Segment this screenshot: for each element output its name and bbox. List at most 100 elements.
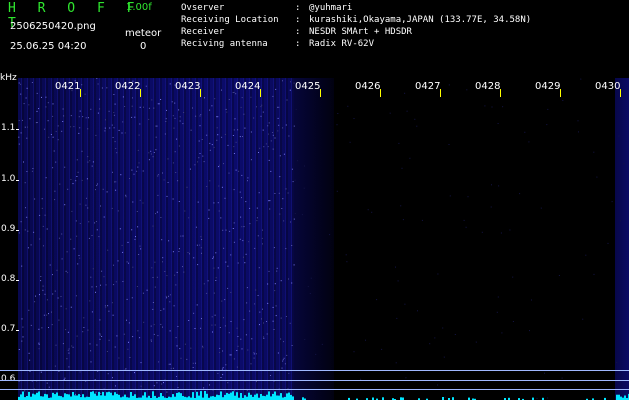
noise-speckle xyxy=(61,258,63,260)
noise-speckle xyxy=(255,289,257,291)
noise-speckle xyxy=(291,245,293,246)
noise-speckle xyxy=(498,185,500,187)
noise-speckle xyxy=(18,143,20,145)
noise-speckle xyxy=(30,244,32,246)
noise-speckle xyxy=(54,365,56,367)
info-key: Receiving Location xyxy=(181,15,279,25)
noise-speckle xyxy=(246,287,248,289)
noise-speckle xyxy=(607,242,609,244)
noise-speckle xyxy=(266,333,268,335)
noise-speckle xyxy=(18,349,20,350)
noise-speckle xyxy=(55,161,57,163)
noise-speckle xyxy=(225,261,227,263)
noise-speckle xyxy=(211,316,213,318)
noise-speckle xyxy=(259,324,260,326)
noise-speckle xyxy=(193,312,195,314)
noise-speckle xyxy=(60,305,62,307)
noise-speckle xyxy=(272,148,274,150)
noise-speckle xyxy=(35,295,36,297)
noise-speckle xyxy=(68,348,70,350)
noise-speckle xyxy=(293,125,295,127)
noise-speckle xyxy=(87,117,89,119)
noise-speckle xyxy=(140,385,142,387)
noise-speckle xyxy=(156,382,158,384)
noise-speckle xyxy=(187,252,189,253)
noise-speckle xyxy=(221,300,223,302)
noise-speckle xyxy=(269,200,271,202)
noise-speckle xyxy=(192,367,194,368)
noise-speckle xyxy=(78,116,80,118)
baseline-noise-bar xyxy=(216,394,218,400)
baseline-noise-bar xyxy=(250,394,252,400)
baseline-noise-bar xyxy=(224,394,226,400)
noise-speckle xyxy=(194,328,196,329)
noise-speckle xyxy=(188,217,190,219)
noise-speckle xyxy=(100,205,101,207)
noise-speckle xyxy=(56,269,58,271)
noise-speckle xyxy=(227,144,229,146)
noise-speckle xyxy=(200,247,202,249)
noise-speckle xyxy=(68,366,70,368)
capture-datetime: 25.06.25 04:20 xyxy=(10,41,87,52)
noise-speckle xyxy=(596,176,598,178)
noise-speckle xyxy=(55,344,57,346)
noise-speckle xyxy=(243,226,245,228)
baseline-noise-bar xyxy=(236,392,238,400)
noise-speckle xyxy=(134,238,136,240)
noise-speckle xyxy=(131,229,133,231)
noise-speckle xyxy=(18,380,20,382)
noise-speckle xyxy=(152,302,154,303)
baseline-noise-bar xyxy=(230,392,232,400)
noise-speckle xyxy=(218,210,220,212)
noise-speckle xyxy=(57,125,59,127)
noise-speckle xyxy=(18,232,20,234)
noise-speckle xyxy=(45,96,47,98)
noise-speckle xyxy=(353,351,355,353)
baseline-noise-bar xyxy=(144,392,146,400)
noise-speckle xyxy=(140,248,142,250)
noise-speckle xyxy=(502,106,504,108)
noise-speckle xyxy=(102,188,104,190)
noise-speckle xyxy=(131,116,133,118)
y-tick-mark xyxy=(16,280,19,281)
noise-speckle xyxy=(26,87,28,89)
noise-speckle xyxy=(240,338,242,340)
noise-speckle xyxy=(160,310,162,311)
noise-speckle xyxy=(226,111,228,113)
noise-speckle xyxy=(194,164,196,166)
noise-speckle xyxy=(222,374,224,376)
noise-speckle xyxy=(96,229,98,231)
noise-speckle xyxy=(238,170,240,172)
noise-speckle xyxy=(134,116,136,118)
noise-speckle xyxy=(28,309,30,311)
noise-speckle xyxy=(222,229,224,231)
baseline-noise-bar xyxy=(204,391,206,400)
noise-speckle xyxy=(245,201,247,203)
noise-speckle xyxy=(176,345,178,347)
time-label: 0430 xyxy=(595,81,621,92)
baseline-noise-bar xyxy=(28,391,30,400)
noise-speckle xyxy=(293,264,295,266)
noise-speckle xyxy=(112,377,113,379)
noise-speckle xyxy=(178,248,180,250)
noise-speckle xyxy=(86,197,87,199)
noise-speckle xyxy=(46,228,48,230)
noise-speckle xyxy=(145,85,147,87)
noise-speckle xyxy=(230,354,232,356)
noise-speckle xyxy=(281,367,283,369)
noise-speckle xyxy=(157,103,159,105)
y-tick-label: 0.6 xyxy=(1,374,16,384)
noise-speckle xyxy=(490,206,492,208)
noise-speckle xyxy=(580,78,582,80)
baseline-noise-bar xyxy=(218,395,220,400)
noise-speckle xyxy=(198,157,200,159)
noise-speckle xyxy=(291,282,293,284)
noise-speckle xyxy=(402,219,404,221)
noise-speckle xyxy=(165,118,167,120)
noise-speckle xyxy=(208,217,210,219)
noise-speckle xyxy=(76,159,78,161)
noise-speckle xyxy=(79,203,81,205)
noise-speckle xyxy=(230,291,232,293)
noise-speckle xyxy=(172,198,174,200)
noise-speckle xyxy=(106,87,108,89)
